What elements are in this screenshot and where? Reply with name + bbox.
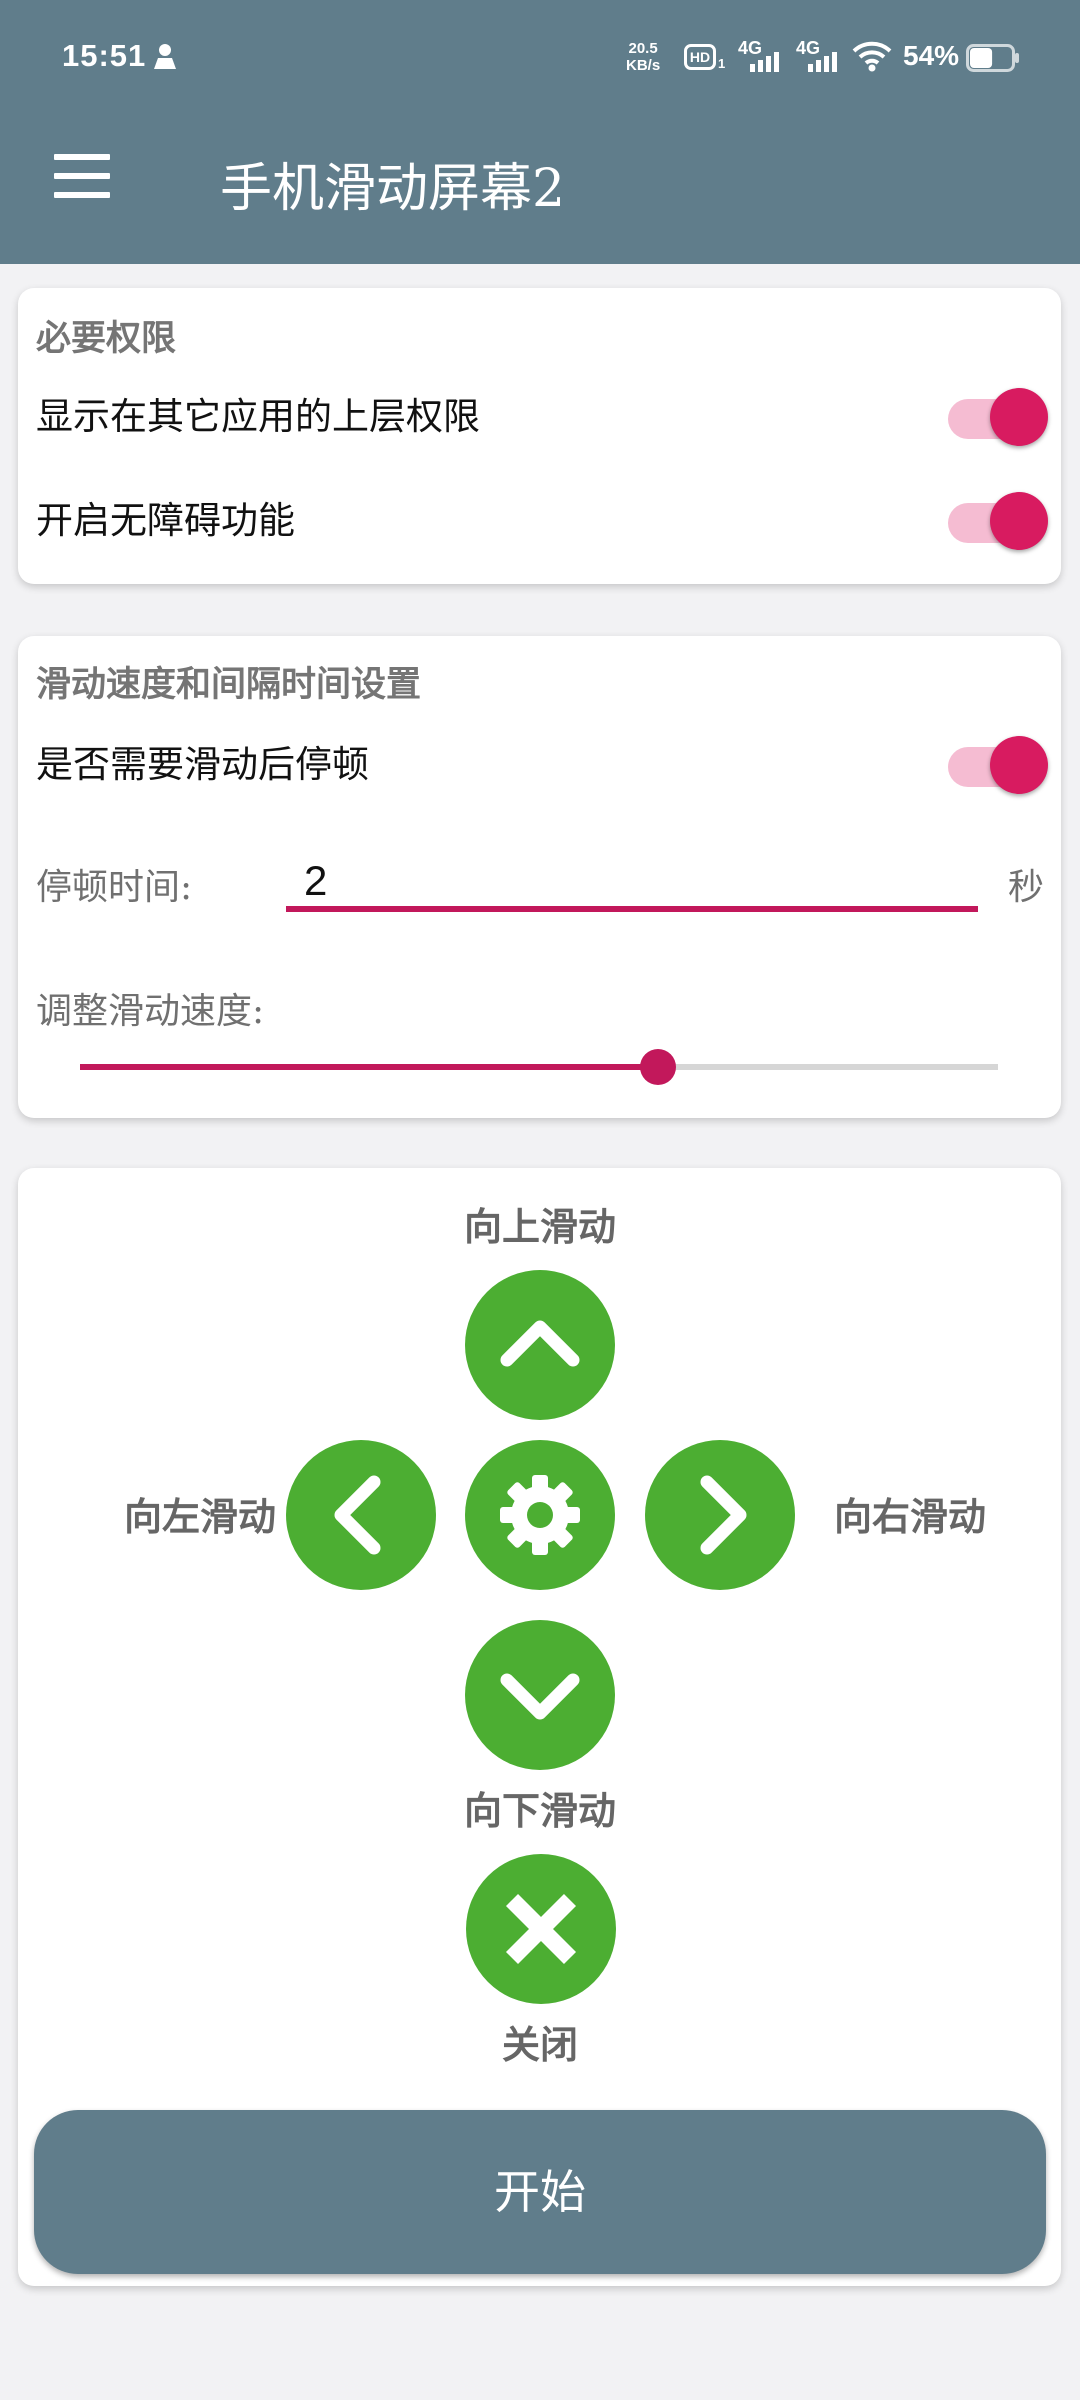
close-button[interactable] xyxy=(466,1854,616,2004)
swipe-left-button[interactable] xyxy=(286,1440,436,1590)
app-bar: 15:51 20.5 KB/s HD 1 4G 4G 54% 手机滑动屏幕2 xyxy=(0,0,1080,264)
close-icon xyxy=(505,1893,577,1965)
net-speed-value: 20.5 xyxy=(628,40,658,57)
controls-card: 向上滑动 向左滑动 向右滑动 向下滑动 关闭 开始 xyxy=(18,1168,1061,2286)
swipe-down-label: 向下滑动 xyxy=(463,1788,616,1833)
speed-settings-card: 滑动速度和间隔时间设置 是否需要滑动后停顿 停顿时间: 秒 调整滑动速度: xyxy=(18,636,1061,1118)
speed-slider[interactable] xyxy=(80,1047,998,1087)
signal-label: 4G xyxy=(738,38,763,58)
accessibility-label: 开启无障碍功能 xyxy=(36,499,295,542)
signal-label: 4G xyxy=(796,38,821,58)
chevron-right-icon xyxy=(700,1475,747,1555)
slider-thumb[interactable] xyxy=(640,1049,677,1085)
net-speed-unit: KB/s xyxy=(626,57,661,74)
battery-percent: 54% xyxy=(903,40,960,71)
overlay-permission-toggle[interactable] xyxy=(938,382,1048,446)
person-icon xyxy=(154,44,176,69)
swipe-up-label: 向上滑动 xyxy=(463,1204,616,1249)
pause-after-swipe-toggle[interactable] xyxy=(938,730,1048,794)
hamburger-menu-icon[interactable] xyxy=(50,150,116,202)
permissions-card: 必要权限 显示在其它应用的上层权限 开启无障碍功能 xyxy=(18,288,1061,584)
chevron-down-icon xyxy=(500,1673,580,1720)
accessibility-toggle[interactable] xyxy=(938,486,1048,550)
toggle-thumb xyxy=(990,492,1048,550)
status-bar: 15:51 20.5 KB/s HD 1 4G 4G 54% xyxy=(0,0,1080,118)
toggle-thumb xyxy=(990,736,1048,794)
chevron-left-icon xyxy=(334,1475,381,1555)
swipe-right-button[interactable] xyxy=(645,1440,795,1590)
pause-after-swipe-label: 是否需要滑动后停顿 xyxy=(36,743,369,786)
hd-sub: 1 xyxy=(718,56,726,71)
close-label: 关闭 xyxy=(501,2022,578,2067)
toggle-thumb xyxy=(990,388,1048,446)
swipe-left-label: 向左滑动 xyxy=(123,1494,276,1539)
gear-icon xyxy=(500,1475,580,1555)
page-title: 手机滑动屏幕2 xyxy=(220,159,566,219)
pause-time-label: 停顿时间: xyxy=(36,867,193,908)
swipe-right-label: 向右滑动 xyxy=(833,1494,986,1539)
chevron-up-icon xyxy=(500,1320,580,1367)
swipe-up-button[interactable] xyxy=(465,1270,615,1420)
status-time: 15:51 xyxy=(62,38,147,73)
permissions-title: 必要权限 xyxy=(36,318,177,359)
wifi-icon xyxy=(852,41,892,72)
speed-label: 调整滑动速度: xyxy=(36,991,265,1032)
settings-button[interactable] xyxy=(465,1440,615,1590)
slider-fill xyxy=(80,1064,659,1070)
speed-settings-title: 滑动速度和间隔时间设置 xyxy=(36,664,422,705)
signal-icon: 4G xyxy=(796,38,846,74)
hd-icon: HD xyxy=(684,44,716,70)
signal-icon: 4G xyxy=(738,38,788,74)
start-button[interactable]: 开始 xyxy=(34,2110,1046,2274)
overlay-permission-label: 显示在其它应用的上层权限 xyxy=(36,395,480,438)
pause-time-unit: 秒 xyxy=(1008,867,1045,908)
pause-time-input[interactable] xyxy=(286,856,978,912)
hd-label: HD xyxy=(689,49,711,65)
battery-icon xyxy=(966,44,1019,72)
net-speed: 20.5 KB/s xyxy=(626,40,660,74)
swipe-down-button[interactable] xyxy=(465,1620,615,1770)
